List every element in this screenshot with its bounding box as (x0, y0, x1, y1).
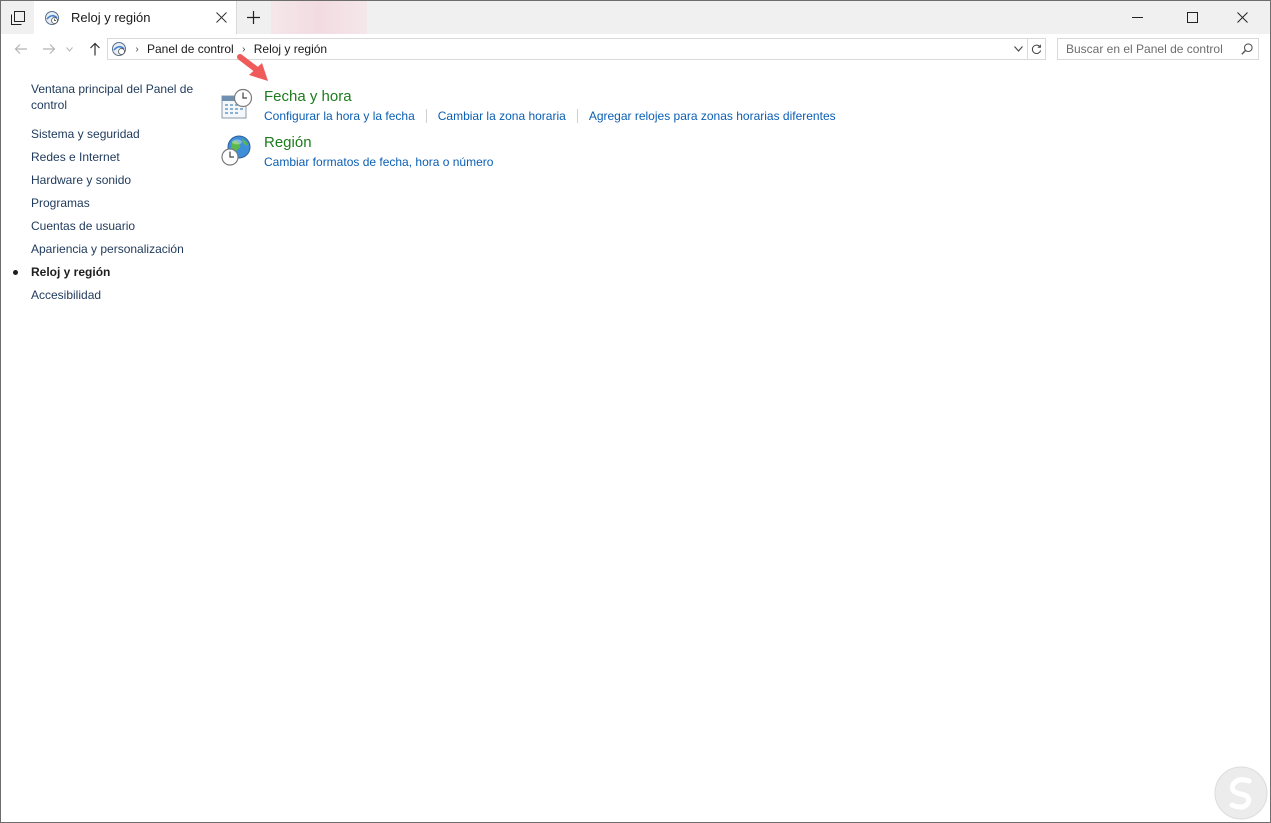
category-links: Configurar la hora y la fecha Cambiar la… (264, 108, 836, 124)
breadcrumb-separator-icon[interactable]: › (130, 44, 144, 55)
category-title-fecha-hora[interactable]: Fecha y hora (264, 88, 352, 106)
control-panel-window: Reloj y región › Panel de control › Relo… (0, 0, 1271, 823)
breadcrumb-panel-de-control[interactable]: Panel de control (144, 42, 237, 56)
back-button[interactable] (10, 38, 32, 60)
sidebar-item-cuentas-usuario[interactable]: Cuentas de usuario (31, 218, 135, 234)
sidebar-item-sistema-seguridad[interactable]: Sistema y seguridad (31, 126, 140, 142)
minimize-icon (1131, 17, 1143, 18)
calendar-clock-icon[interactable] (220, 88, 254, 122)
sidebar-item-redes-internet[interactable]: Redes e Internet (31, 149, 120, 165)
title-bar: Reloj y región (1, 1, 1270, 34)
search-placeholder: Buscar en el Panel de control (1066, 42, 1223, 56)
category-links: Cambiar formatos de fecha, hora o número (264, 154, 493, 170)
navigation-bar: › Panel de control › Reloj y región Busc… (1, 34, 1270, 64)
link-cambiar-zona-horaria[interactable]: Cambiar la zona horaria (438, 108, 566, 124)
recent-locations-button[interactable] (62, 38, 76, 60)
category-title-region[interactable]: Región (264, 134, 312, 152)
minimize-button[interactable] (1114, 1, 1160, 34)
plus-icon (246, 11, 260, 24)
forward-arrow-icon (43, 44, 56, 54)
sidebar-item-accesibilidad[interactable]: Accesibilidad (31, 287, 101, 303)
link-divider (576, 109, 578, 123)
control-panel-icon (44, 10, 60, 26)
chevron-down-icon (65, 46, 73, 52)
refresh-button[interactable] (1027, 39, 1045, 59)
link-cambiar-formatos[interactable]: Cambiar formatos de fecha, hora o número (264, 154, 493, 170)
up-arrow-icon (90, 42, 100, 56)
tab-overview-button[interactable] (1, 1, 34, 34)
link-divider (425, 109, 427, 123)
chevron-down-icon (1013, 46, 1023, 52)
maximize-button[interactable] (1169, 1, 1215, 34)
current-item-bullet (13, 270, 18, 275)
search-icon[interactable] (1236, 39, 1258, 59)
sidebar-item-hardware-sonido[interactable]: Hardware y sonido (31, 172, 131, 188)
search-input[interactable]: Buscar en el Panel de control (1057, 38, 1259, 60)
refresh-icon (1031, 44, 1042, 54)
tab-overview-icon (10, 10, 25, 25)
link-agregar-relojes[interactable]: Agregar relojes para zonas horarias dife… (589, 108, 836, 124)
close-icon (1237, 12, 1248, 23)
watermark-logo (1214, 766, 1268, 820)
up-button[interactable] (84, 38, 106, 60)
control-panel-icon (108, 39, 130, 59)
blurred-tab-area (271, 1, 367, 34)
window-close-button[interactable] (1215, 1, 1270, 34)
tab-close-button[interactable] (206, 1, 236, 34)
forward-button[interactable] (38, 38, 60, 60)
sidebar-item-programas[interactable]: Programas (31, 195, 90, 211)
sidebar-item-reloj-region: Reloj y región (31, 265, 111, 279)
back-arrow-icon (14, 44, 27, 54)
sidebar-home-link[interactable]: Ventana principal del Panel de control (31, 81, 201, 113)
tab-reloj-region[interactable]: Reloj y región (34, 1, 237, 34)
link-configurar-hora-fecha[interactable]: Configurar la hora y la fecha (264, 108, 415, 124)
new-tab-button[interactable] (237, 1, 269, 34)
sidebar-item-apariencia[interactable]: Apariencia y personalización (31, 241, 184, 257)
address-dropdown-button[interactable] (1009, 39, 1027, 59)
annotation-arrow-icon (237, 54, 268, 81)
close-icon (215, 12, 227, 23)
globe-clock-icon[interactable] (220, 134, 254, 168)
maximize-icon (1186, 12, 1198, 23)
tab-title: Reloj y región (71, 10, 151, 25)
